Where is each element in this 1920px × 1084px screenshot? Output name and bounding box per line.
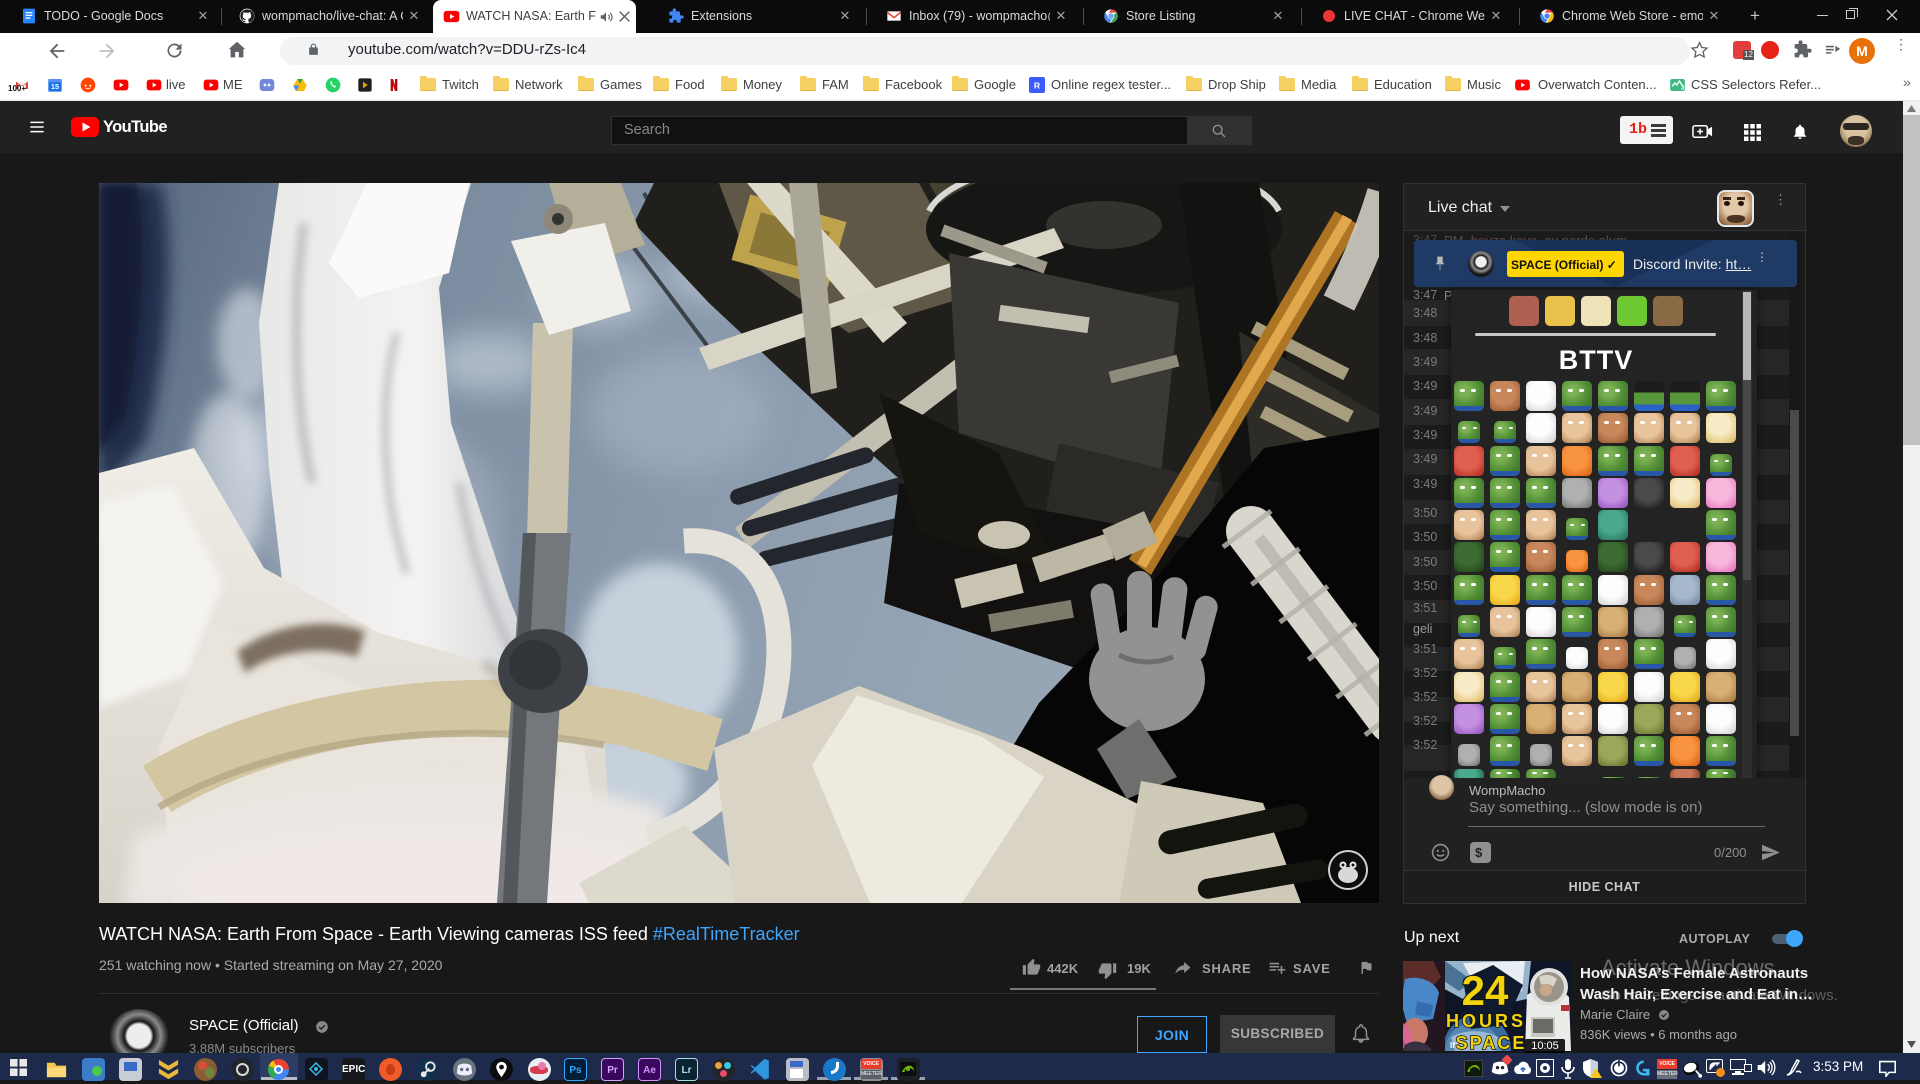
svg-text:R: R	[1034, 80, 1041, 90]
svg-text:SPACE: SPACE	[1456, 1033, 1527, 1051]
svg-text:24: 24	[1462, 967, 1509, 1014]
svg-text:15: 15	[51, 82, 59, 91]
svg-text:HOURS: HOURS	[1446, 1011, 1526, 1031]
